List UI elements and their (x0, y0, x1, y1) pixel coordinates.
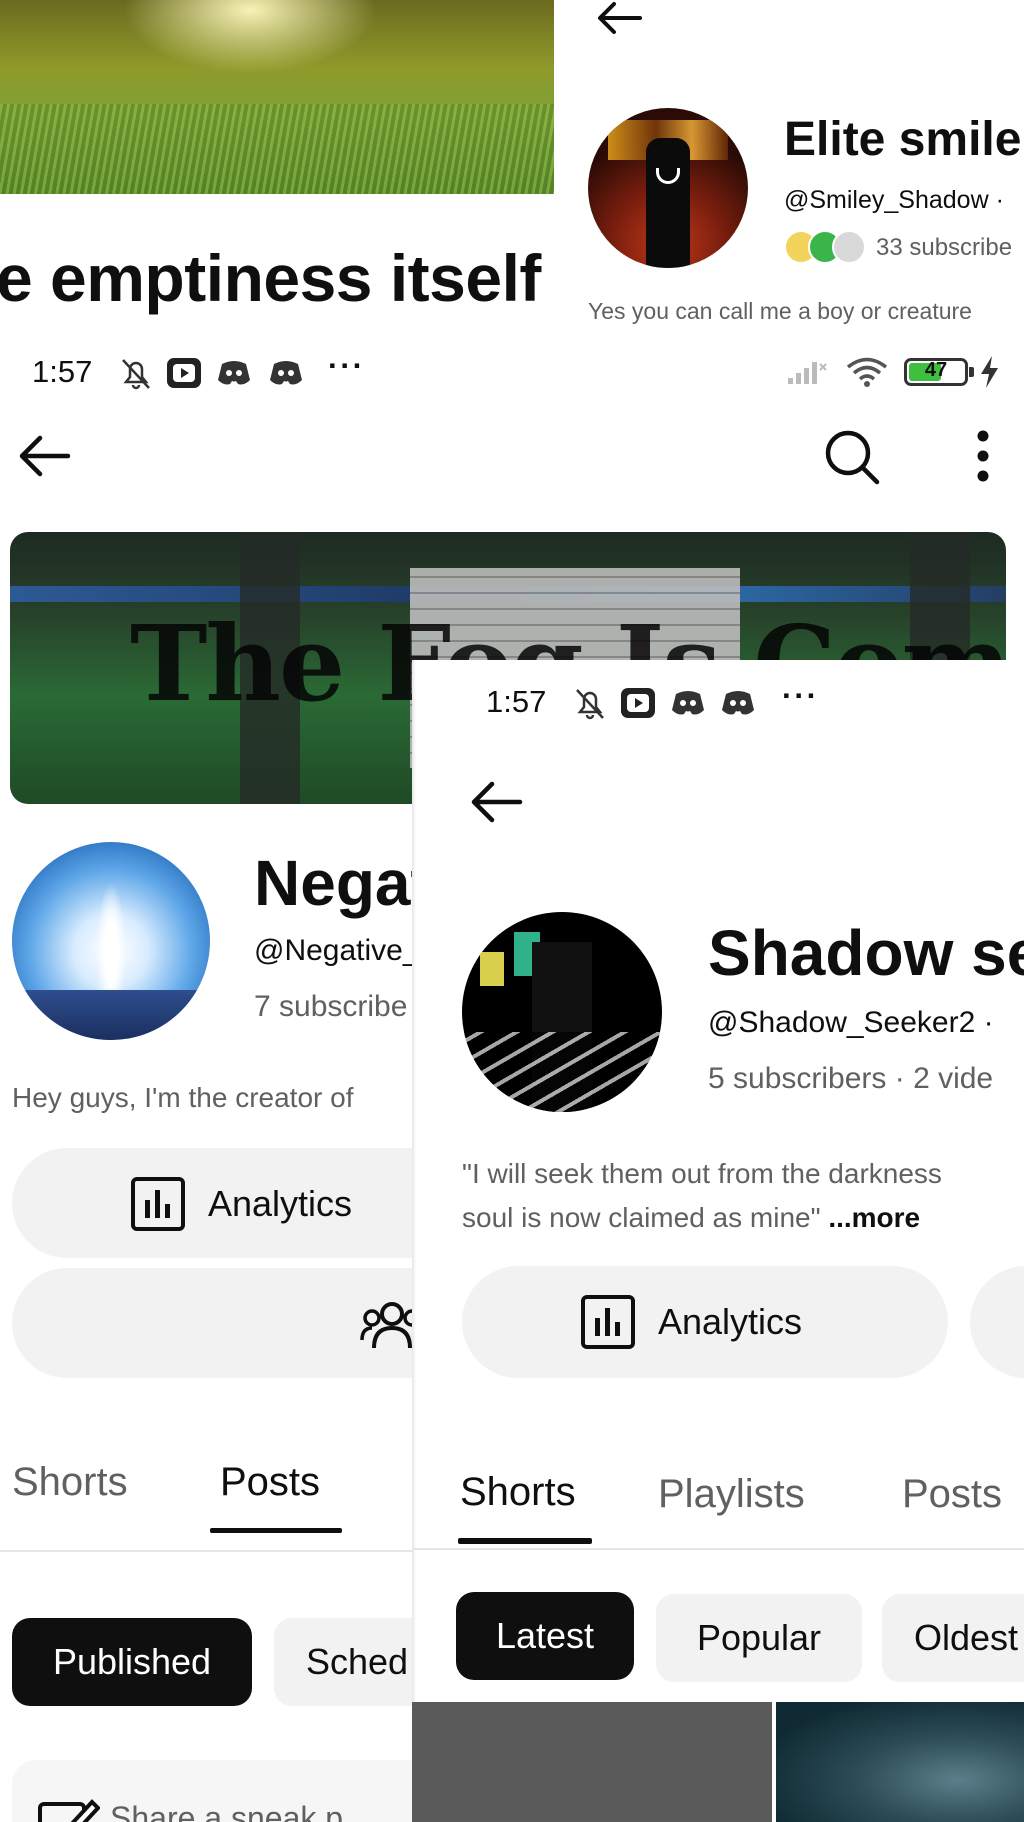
analytics-button[interactable]: Analytics (462, 1266, 948, 1378)
signal-icon (788, 362, 827, 384)
more-link[interactable]: ...more (828, 1202, 920, 1233)
divider (412, 1548, 1024, 1550)
chip-popular[interactable]: Popular (656, 1594, 862, 1682)
manage-button[interactable] (970, 1266, 1024, 1378)
tab-shorts[interactable]: Shorts (12, 1460, 128, 1505)
charging-bolt-icon (981, 356, 998, 388)
channel-description[interactable]: Yes you can call me a boy or creature (588, 298, 972, 325)
channel-handle: @Negative_ (254, 934, 420, 967)
bar-chart-icon (131, 1177, 185, 1231)
avatar[interactable] (588, 108, 748, 268)
status-bar: 1:57 ··· (0, 340, 1024, 406)
bar-chart-icon (581, 1295, 635, 1349)
bell-off-icon (122, 359, 150, 390)
grass-banner-image (0, 0, 554, 194)
back-arrow-icon[interactable] (16, 432, 72, 480)
composer-placeholder: Share a sneak p (110, 1800, 344, 1822)
back-arrow-icon[interactable] (596, 0, 642, 36)
analytics-label: Analytics (208, 1183, 353, 1224)
top-left-fragment: e emptiness itself (0, 0, 554, 340)
more-vertical-icon[interactable] (970, 428, 996, 484)
youtube-icon (621, 688, 655, 718)
analytics-label: Analytics (658, 1301, 803, 1342)
channel-name: Negat (254, 847, 432, 919)
chip-latest[interactable]: Latest (456, 1592, 634, 1680)
tab-playlists[interactable]: Playlists (658, 1472, 805, 1517)
short-thumbnail[interactable] (776, 1702, 1024, 1822)
status-bar: 1:57 ··· (412, 660, 1024, 748)
subscriber-count: 33 subscribe (876, 234, 1013, 261)
short-thumbnail[interactable] (412, 1702, 772, 1822)
avatar[interactable] (12, 842, 210, 1040)
subscriber-count: 7 subscribe (254, 990, 408, 1023)
avatar[interactable] (462, 912, 662, 1112)
discord-icon (270, 361, 302, 385)
channel-handle: @Shadow_Seeker2 · (708, 1006, 994, 1039)
status-time: 1:57 (486, 684, 547, 719)
search-icon[interactable] (822, 428, 882, 486)
more-notifications-icon: ··· (328, 348, 365, 383)
chip-published[interactable]: Published (12, 1618, 252, 1706)
top-app-bar (0, 406, 1024, 506)
discord-icon (218, 361, 250, 385)
more-notifications-icon: ··· (782, 678, 819, 713)
tab-posts[interactable]: Posts (220, 1460, 320, 1505)
status-time: 1:57 (32, 354, 93, 389)
top-right-fragment: Elite smile @Smiley_Shadow · 33 subscrib… (554, 0, 1024, 340)
tab-shorts[interactable]: Shorts (460, 1470, 576, 1515)
video-title: e emptiness itself (0, 241, 541, 315)
subscriber-count: 5 subscribers · 2 vide (708, 1062, 994, 1095)
wifi-icon (846, 357, 888, 387)
chip-oldest[interactable]: Oldest (882, 1594, 1024, 1682)
description-line: "I will seek them out from the darkness (462, 1158, 942, 1189)
overlay-channel-page: 1:57 ··· Shadow se @Shadow_Seeker2 · 5 s… (412, 660, 1024, 1822)
discord-icon (722, 691, 754, 715)
active-tab-indicator (458, 1538, 592, 1544)
bell-off-icon (576, 689, 604, 720)
back-arrow-icon[interactable] (468, 778, 524, 826)
channel-description[interactable]: "I will seek them out from the darkness … (462, 1152, 942, 1240)
subscriber-avatar (832, 230, 866, 264)
battery-level: 47 (924, 359, 948, 381)
description-line: soul is now claimed as mine" (462, 1202, 829, 1233)
discord-icon (672, 691, 704, 715)
subscriber-avatars (784, 228, 866, 266)
channel-description[interactable]: Hey guys, I'm the creator of (12, 1082, 353, 1114)
active-tab-indicator (210, 1528, 342, 1533)
channel-name: Elite smile (784, 113, 1022, 166)
pencil-icon (38, 1799, 100, 1822)
channel-name: Shadow se (708, 917, 1024, 989)
youtube-icon (167, 358, 201, 388)
tab-posts[interactable]: Posts (902, 1472, 1002, 1517)
card-shadow (412, 660, 416, 1822)
battery-icon: 47 (904, 358, 974, 386)
channel-handle: @Smiley_Shadow · (784, 186, 1004, 214)
